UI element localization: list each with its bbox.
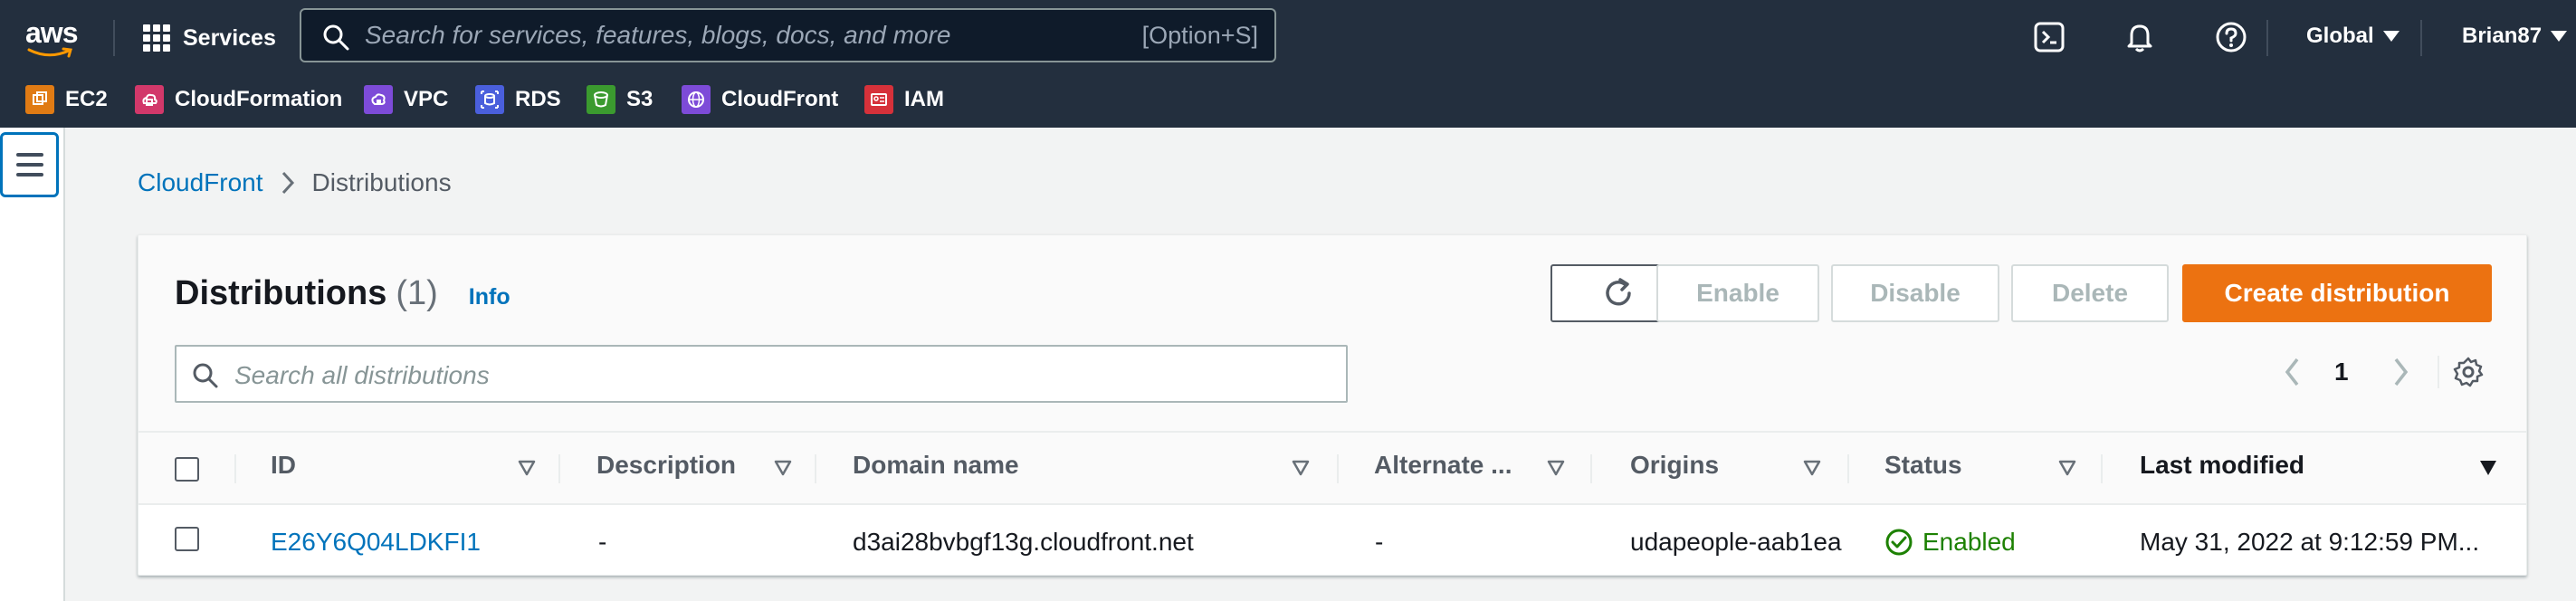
- search-icon: [323, 24, 349, 51]
- next-page-icon[interactable]: [2390, 356, 2410, 388]
- distribution-search-placeholder: Search all distributions: [234, 361, 490, 389]
- services-grid-icon: [143, 24, 170, 52]
- favorite-vpc[interactable]: VPC: [364, 82, 448, 117]
- aws-logo-text: aws: [25, 16, 78, 49]
- ec2-icon: [25, 85, 54, 114]
- delete-button[interactable]: Delete: [2011, 264, 2169, 322]
- check-circle-icon: [1885, 529, 1913, 556]
- sort-icon[interactable]: [774, 460, 792, 476]
- create-distribution-button[interactable]: Create distribution: [2182, 264, 2492, 322]
- favorite-iam[interactable]: IAM: [864, 82, 944, 117]
- account-name: Brian87: [2462, 24, 2543, 48]
- menu-icon: [15, 153, 43, 157]
- side-navigation-rail: [0, 128, 65, 601]
- alternate-domain-cell: -: [1375, 528, 1384, 556]
- status-label: Enabled: [1922, 528, 2016, 556]
- column-header-alternate-domain[interactable]: Alternate ...: [1374, 451, 1512, 480]
- services-menu-button[interactable]: Services: [143, 20, 276, 56]
- cloudfront-icon: [682, 85, 711, 114]
- status-badge: Enabled: [1884, 528, 2016, 557]
- info-link[interactable]: Info: [469, 284, 510, 310]
- favorite-label: RDS: [515, 87, 561, 111]
- sort-icon[interactable]: [2058, 460, 2076, 476]
- sort-descending-icon[interactable]: [2479, 460, 2497, 476]
- caret-down-icon: [2551, 31, 2568, 42]
- breadcrumb-current: Distributions: [311, 168, 452, 196]
- settings-gear-icon[interactable]: [2452, 356, 2485, 388]
- search-icon: [193, 363, 218, 388]
- account-menu[interactable]: Brian87: [2462, 24, 2568, 49]
- distribution-count: (1): [396, 274, 438, 312]
- favorite-label: EC2: [65, 87, 108, 111]
- favorite-label: S3: [626, 87, 654, 111]
- notifications-bell-icon[interactable]: [2123, 20, 2157, 54]
- breadcrumb-cloudfront-link[interactable]: CloudFront: [138, 168, 263, 197]
- panel-header: Distributions (1) Info Enable Disable De…: [138, 235, 2526, 433]
- services-label: Services: [183, 24, 276, 51]
- top-navigation: aws Services Search for services, featur…: [0, 0, 2576, 128]
- header-row: aws Services Search for services, featur…: [0, 0, 2576, 74]
- previous-page-icon[interactable]: [2283, 356, 2303, 388]
- sort-icon[interactable]: [1547, 460, 1565, 476]
- description-cell: -: [598, 528, 607, 556]
- favorite-label: CloudFront: [721, 87, 839, 111]
- favorite-label: CloudFormation: [175, 87, 343, 111]
- origins-cell: udapeople-aab1ea: [1630, 528, 1842, 556]
- caret-down-icon: [2382, 31, 2399, 42]
- column-header-domain-name[interactable]: Domain name: [853, 451, 1019, 480]
- header-divider: [2420, 20, 2422, 56]
- select-all-checkbox[interactable]: [175, 457, 199, 482]
- cloudshell-icon[interactable]: [2032, 20, 2066, 54]
- refresh-icon: [1606, 278, 1631, 306]
- distribution-id-link[interactable]: E26Y6Q04LDKFI1: [271, 528, 481, 557]
- pager-divider: [2438, 356, 2439, 388]
- last-modified-cell: May 31, 2022 at 9:12:59 PM...: [2140, 528, 2480, 556]
- favorite-cloudfront[interactable]: CloudFront: [682, 82, 838, 117]
- favorite-rds[interactable]: RDS: [475, 82, 561, 117]
- column-header-origins[interactable]: Origins: [1630, 451, 1719, 480]
- sort-icon[interactable]: [1292, 460, 1310, 476]
- favorite-label: IAM: [904, 87, 944, 111]
- search-shortcut-hint: [Option+S]: [1141, 22, 1258, 49]
- favorite-s3[interactable]: S3: [587, 82, 653, 117]
- favorite-cloudformation[interactable]: CloudFormation: [135, 82, 342, 117]
- current-page-number[interactable]: 1: [2334, 358, 2349, 386]
- s3-icon: [587, 85, 615, 114]
- distributions-table-panel: Distributions (1) Info Enable Disable De…: [138, 234, 2527, 576]
- iam-icon: [864, 85, 893, 114]
- cloudformation-icon: [135, 85, 164, 114]
- region-label: Global: [2306, 24, 2374, 48]
- enable-button[interactable]: Enable: [1656, 264, 1819, 322]
- column-header-last-modified[interactable]: Last modified: [2140, 451, 2304, 480]
- open-side-navigation-button[interactable]: [0, 132, 59, 197]
- aws-logo[interactable]: aws: [25, 16, 83, 60]
- global-search-placeholder: Search for services, features, blogs, do…: [365, 21, 951, 49]
- column-header-description[interactable]: Description: [596, 451, 736, 480]
- domain-name-cell: d3ai28bvbgf13g.cloudfront.net: [853, 528, 1194, 556]
- distribution-search-input[interactable]: Search all distributions: [175, 345, 1348, 403]
- sort-icon[interactable]: [518, 460, 536, 476]
- panel-title: Distributions (1) Info: [175, 274, 510, 313]
- chevron-right-icon: [281, 171, 294, 195]
- favorite-label: VPC: [404, 87, 449, 111]
- table-header: ID Description Domain name Alternate ...…: [138, 433, 2526, 505]
- column-header-status[interactable]: Status: [1884, 451, 1962, 480]
- page-title: Distributions: [175, 274, 387, 312]
- disable-button[interactable]: Disable: [1831, 264, 1999, 322]
- header-divider: [2266, 20, 2268, 56]
- rds-icon: [475, 85, 504, 114]
- row-checkbox[interactable]: [175, 527, 199, 551]
- region-selector[interactable]: Global: [2306, 24, 2399, 49]
- favorite-ec2[interactable]: EC2: [25, 82, 108, 117]
- header-divider: [113, 20, 115, 56]
- vpc-icon: [364, 85, 393, 114]
- help-icon[interactable]: [2214, 20, 2248, 54]
- global-search-input[interactable]: Search for services, features, blogs, do…: [300, 8, 1276, 62]
- aws-smile-icon: [27, 47, 72, 58]
- column-header-id[interactable]: ID: [271, 451, 296, 480]
- sort-icon[interactable]: [1803, 460, 1821, 476]
- breadcrumb: CloudFront Distributions: [138, 168, 452, 197]
